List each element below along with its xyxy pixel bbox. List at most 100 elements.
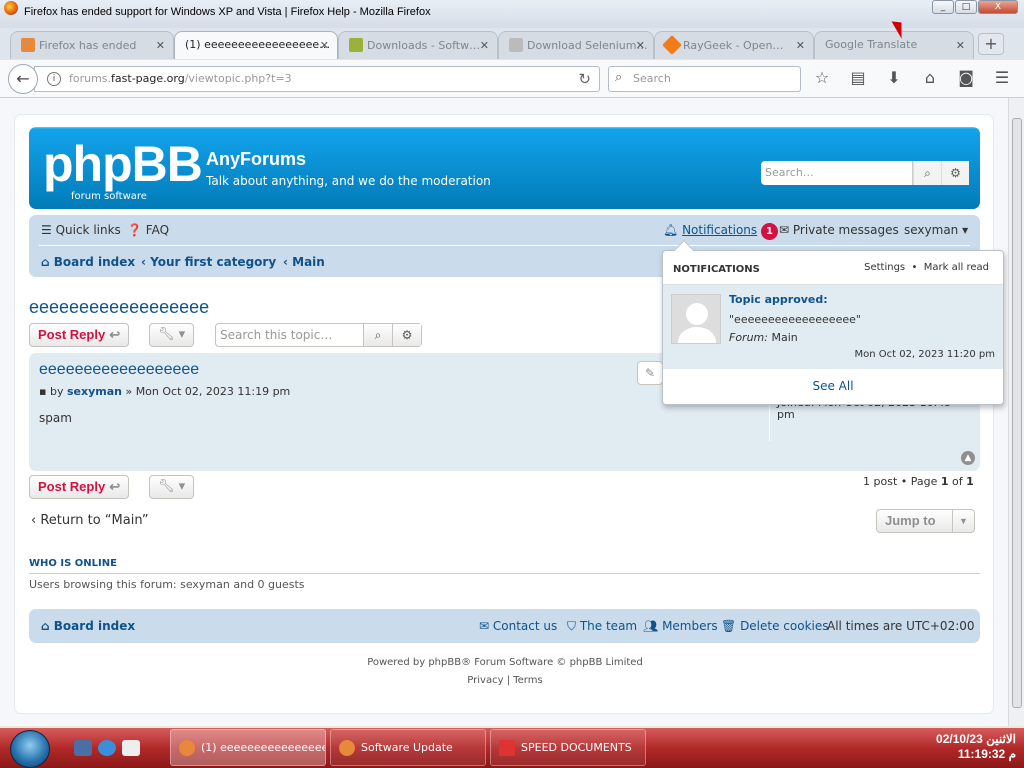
- return-link[interactable]: ‹ Return to “Main”: [31, 513, 149, 528]
- browser-search-input[interactable]: ⌕ Search: [608, 66, 801, 92]
- tab-downloads[interactable]: Downloads - Softw… ✕: [338, 31, 498, 59]
- bookmark-star-icon[interactable]: ☆: [812, 68, 832, 88]
- terms-link[interactable]: Terms: [513, 675, 542, 686]
- site-description: Talk about anything, and we do the moder…: [206, 174, 491, 188]
- notification-settings-link[interactable]: Settings: [864, 262, 905, 273]
- search-icon[interactable]: ⌕: [913, 161, 941, 185]
- breadcrumb-category[interactable]: ‹ Your first category: [141, 255, 276, 269]
- taskbar-item-speed-documents[interactable]: SPEED DOCUMENTS: [490, 729, 646, 766]
- topic-tools-button[interactable]: 🔧︎ ▾: [149, 323, 195, 347]
- mark-all-read-link[interactable]: Mark all read: [924, 262, 989, 273]
- tab-forum-topic[interactable]: (1) eeeeeeeeeeeeeeeee… ✕: [174, 31, 338, 59]
- close-tab-icon[interactable]: ✕: [796, 39, 805, 52]
- breadcrumb-label: Your first category: [150, 255, 277, 269]
- close-tab-icon[interactable]: ✕: [320, 39, 329, 52]
- show-desktop-icon[interactable]: [74, 740, 92, 756]
- menu-icon[interactable]: ☰: [992, 68, 1012, 88]
- scrollbar[interactable]: [1008, 98, 1024, 726]
- reading-list-icon[interactable]: ▤: [848, 68, 868, 88]
- search-icon[interactable]: ⌕: [363, 324, 392, 346]
- tab-label: (1) eeeeeeeeeeeeeeeee…: [185, 38, 331, 51]
- team-link[interactable]: ⛉ The team: [567, 619, 637, 634]
- tab-selenium[interactable]: Download Selenium… ✕: [498, 31, 654, 59]
- notifications-label: Notifications: [682, 223, 758, 237]
- download-icon[interactable]: ⬇: [884, 68, 904, 88]
- maximize-button[interactable]: □: [955, 0, 977, 14]
- window-title: Firefox has ended support for Windows XP…: [24, 6, 431, 18]
- document-icon[interactable]: [122, 740, 140, 756]
- faq-link[interactable]: ❓ FAQ: [127, 223, 169, 237]
- pagination-of: of: [952, 475, 963, 488]
- topic-tools-button-bottom[interactable]: 🔧︎ ▾: [149, 475, 195, 499]
- notification-title: Topic approved:: [729, 293, 828, 306]
- see-all-link[interactable]: See All: [663, 379, 1003, 393]
- post-title[interactable]: eeeeeeeeeeeeeeeeee: [39, 361, 199, 379]
- tab-firefox-support[interactable]: Firefox has ended ✕: [10, 31, 174, 59]
- forum-label: Forum:: [729, 331, 768, 344]
- post-reply-button[interactable]: Post Reply ↩: [29, 323, 130, 347]
- pocket-icon[interactable]: ◙: [956, 68, 976, 88]
- edit-icon[interactable]: ✎: [637, 361, 663, 385]
- members-link[interactable]: 👥︎ Members: [643, 619, 718, 633]
- post-author[interactable]: sexyman: [67, 385, 122, 398]
- by-label: by: [49, 385, 64, 398]
- post-icon: ▪: [39, 385, 47, 398]
- tab-label: Firefox has ended: [39, 39, 137, 52]
- close-button[interactable]: X: [978, 0, 1018, 14]
- breadcrumb-board-index[interactable]: ⌂ Board index: [41, 255, 135, 269]
- notification-item[interactable]: Topic approved: "eeeeeeeeeeeeeeeeee" For…: [663, 285, 1003, 369]
- tab-raygeek[interactable]: RayGeek - Open… ✕: [654, 31, 814, 59]
- new-tab-button[interactable]: +: [978, 33, 1004, 55]
- close-tab-icon[interactable]: ✕: [156, 39, 165, 52]
- post-date: » Mon Oct 02, 2023 11:19 pm: [125, 385, 291, 398]
- site-name: AnyForums: [206, 149, 307, 169]
- user-menu[interactable]: sexyman ▾: [904, 223, 968, 237]
- window-controls: _ □ X: [932, 0, 1018, 14]
- taskbar-item-firefox[interactable]: (1) eeeeeeeeeeeeeeee...: [170, 729, 326, 766]
- who-is-online-text: Users browsing this forum: sexyman and 0…: [29, 578, 305, 591]
- gear-icon[interactable]: ⚙: [392, 324, 421, 346]
- ie-icon[interactable]: [98, 740, 116, 756]
- clock[interactable]: الاثنين 02/10/23 11:19:32 م: [936, 732, 1016, 762]
- inbox-icon: ✉: [779, 223, 790, 237]
- taskbar-item-software-update[interactable]: Software Update: [330, 729, 486, 766]
- system-tray: الاثنين 02/10/23 11:19:32 م: [846, 728, 1024, 768]
- private-messages-link[interactable]: ✉ Private messages: [779, 223, 899, 237]
- info-icon[interactable]: i: [47, 72, 61, 86]
- breadcrumb-label: Main: [292, 255, 325, 269]
- contact-link[interactable]: ✉ Contact us: [479, 619, 557, 633]
- close-tab-icon[interactable]: ✕: [956, 39, 965, 52]
- minimize-button[interactable]: _: [932, 0, 954, 14]
- back-to-top-icon[interactable]: ▲: [961, 451, 975, 465]
- close-tab-icon[interactable]: ✕: [636, 39, 645, 52]
- taskbar-label: SPEED DOCUMENTS: [521, 741, 632, 754]
- home-icon[interactable]: ⌂: [920, 68, 940, 88]
- post-reply-button-bottom[interactable]: Post Reply ↩: [29, 475, 130, 499]
- footer-board-index[interactable]: ⌂ Board index: [41, 619, 135, 633]
- back-button[interactable]: ←: [8, 64, 38, 94]
- breadcrumb-forum[interactable]: ‹ Main: [283, 255, 325, 269]
- start-button[interactable]: [10, 730, 50, 768]
- quick-links[interactable]: ☰ Quick links: [41, 223, 121, 237]
- jump-to-button[interactable]: Jump to ▼: [876, 509, 975, 533]
- tab-label: Google Translate: [825, 38, 918, 51]
- topic-title[interactable]: eeeeeeeeeeeeeeeeee: [29, 297, 209, 318]
- header-search-input[interactable]: Search…: [761, 161, 913, 185]
- quick-links-label: Quick links: [55, 223, 121, 237]
- phpbb-logo[interactable]: phpBB forum software: [43, 139, 203, 202]
- firefox-icon: [339, 740, 355, 756]
- delete-cookies-link[interactable]: 🗑︎ Delete cookies: [721, 619, 829, 633]
- members-label: Members: [662, 619, 718, 633]
- faq-label: FAQ: [145, 223, 170, 237]
- close-tab-icon[interactable]: ✕: [480, 39, 489, 52]
- scrollbar-thumb[interactable]: [1012, 118, 1022, 708]
- gear-icon[interactable]: ⚙: [941, 161, 969, 185]
- notifications-link[interactable]: 🔔︎ Notifications 1: [663, 223, 778, 240]
- reload-icon[interactable]: ↻: [578, 70, 591, 88]
- url-bar[interactable]: i forums.fast-page.org/viewtopic.php?t=3…: [34, 66, 600, 92]
- who-is-online-title[interactable]: WHO IS ONLINE: [29, 558, 117, 569]
- tab-translate[interactable]: Google Translate ✕: [814, 31, 974, 59]
- privacy-link[interactable]: Privacy: [467, 675, 503, 686]
- topic-search-input[interactable]: Search this topic…: [216, 324, 363, 346]
- logo-subtext: forum software: [71, 191, 147, 202]
